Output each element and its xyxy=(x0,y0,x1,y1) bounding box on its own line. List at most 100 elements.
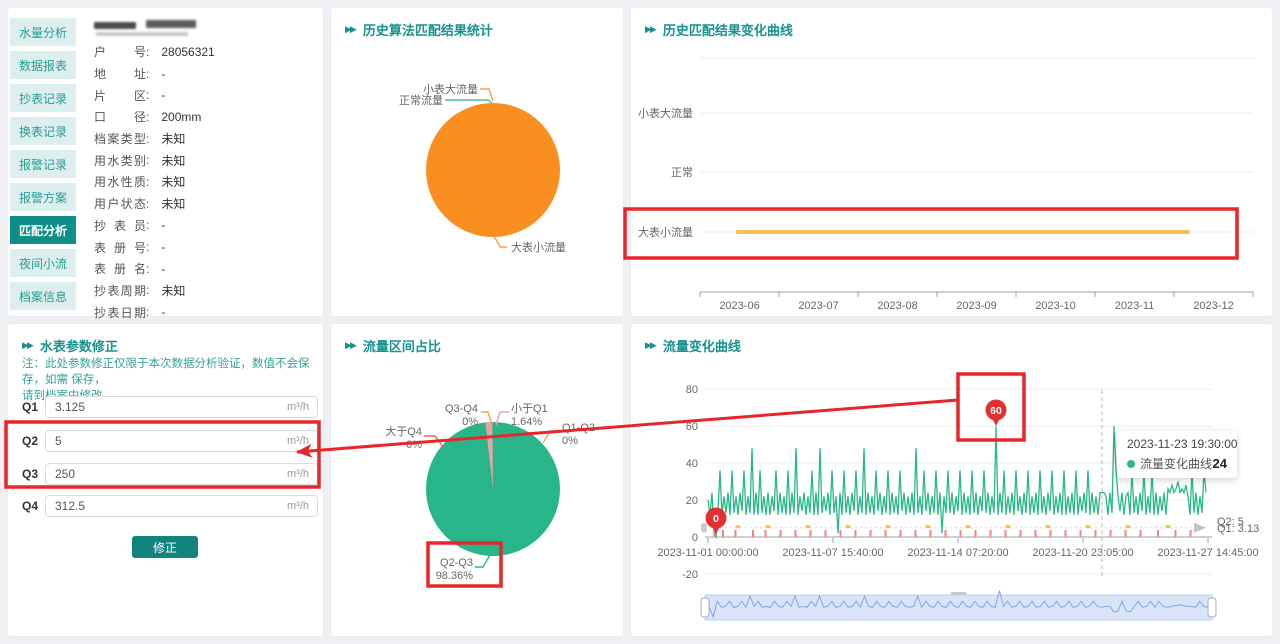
field-label: 抄表员 xyxy=(94,217,146,234)
colon: : xyxy=(146,240,149,254)
sidebar-item-9[interactable]: 档案信息 xyxy=(10,282,76,310)
info-row: 抄表员:- xyxy=(94,215,319,237)
q4-input[interactable] xyxy=(45,495,318,517)
svg-text:2023-11-01 00:00:00: 2023-11-01 00:00:00 xyxy=(657,547,758,559)
sidebar-item-2[interactable]: 数据报表 xyxy=(10,51,76,79)
q-label: Q2 xyxy=(22,434,38,448)
colon: : xyxy=(146,88,149,102)
info-row: 表册号:- xyxy=(94,236,319,258)
info-row: 口径:200mm xyxy=(94,106,319,128)
svg-text:-20: -20 xyxy=(682,569,698,581)
svg-text:正常流量: 正常流量 xyxy=(399,93,443,107)
q3-input[interactable] xyxy=(45,463,318,485)
redaction-smudge xyxy=(94,22,136,29)
user-info-card: 水量分析数据报表抄表记录换表记录报警记录报警方案匹配分析夜间小流档案信息 户号:… xyxy=(8,8,323,316)
svg-text:2023-10: 2023-10 xyxy=(1035,300,1075,312)
field-value: - xyxy=(161,88,165,102)
field-label: 地址 xyxy=(94,65,146,82)
svg-text:2023-11-07 15:40:00: 2023-11-07 15:40:00 xyxy=(782,547,883,559)
sidebar-nav: 水量分析数据报表抄表记录换表记录报警记录报警方案匹配分析夜间小流档案信息 xyxy=(10,18,78,310)
svg-text:大于Q4: 大于Q4 xyxy=(385,424,422,438)
sidebar-item-6[interactable]: 报警方案 xyxy=(10,183,76,211)
svg-text:2023-11-14 07:20:00: 2023-11-14 07:20:00 xyxy=(907,547,1008,559)
user-name-redacted xyxy=(94,20,214,38)
note-line: 注：此处参数修正仅限于本次数据分析验证，数值不会保存，如需 保存， xyxy=(22,358,310,386)
colon: : xyxy=(146,218,149,232)
datazoom-right-handle xyxy=(1208,598,1216,617)
svg-text:2023-07: 2023-07 xyxy=(798,300,838,312)
sidebar-item-8[interactable]: 夜间小流 xyxy=(10,249,76,277)
svg-text:2023-11-27 14:45:00: 2023-11-27 14:45:00 xyxy=(1157,547,1258,559)
match-trend-panel: ▶▶ 历史匹配结果变化曲线 小表大流量正常大表小流量2023-062023-07… xyxy=(631,8,1272,316)
field-label: 档案类型 xyxy=(94,130,146,147)
flow-ratio-panel: ▶▶ 流量区间占比 Q3-Q40%小于Q11.64%大于Q40%Q1-Q20%Q… xyxy=(331,324,623,636)
match-stats-panel: ▶▶ 历史算法匹配结果统计 小表大流量正常流量大表小流量 xyxy=(331,8,623,316)
svg-text:2023-09: 2023-09 xyxy=(956,300,996,312)
match-stats-pie-chart: 小表大流量正常流量大表小流量 xyxy=(331,8,623,316)
q1-input[interactable] xyxy=(45,396,318,418)
panel-title: ▶▶ 水表参数修正 xyxy=(22,336,118,355)
field-value: 未知 xyxy=(161,152,185,169)
svg-text:60: 60 xyxy=(990,405,1002,417)
field-label: 用户状态 xyxy=(94,195,146,212)
panel-title-text: 水表参数修正 xyxy=(40,336,118,355)
colon: : xyxy=(146,132,149,146)
colon: : xyxy=(146,283,149,297)
series-dot-icon xyxy=(1127,460,1135,468)
sidebar-item-5[interactable]: 报警记录 xyxy=(10,150,76,178)
svg-text:0%: 0% xyxy=(462,416,478,428)
info-row: 抄表日期:- xyxy=(94,301,319,323)
info-row: 户号:28056321 xyxy=(94,41,319,63)
field-label: 用水性质 xyxy=(94,173,146,190)
colon: : xyxy=(146,67,149,81)
svg-text:1.64%: 1.64% xyxy=(511,416,542,428)
fix-button[interactable]: 修正 xyxy=(132,536,198,558)
tooltip-timestamp: 2023-11-23 19:30:00 xyxy=(1127,437,1227,451)
svg-text:2023-06: 2023-06 xyxy=(719,300,759,312)
match-trend-chart: 小表大流量正常大表小流量2023-062023-072023-082023-09… xyxy=(631,8,1272,316)
svg-text:小表大流量: 小表大流量 xyxy=(423,82,478,96)
field-value: - xyxy=(161,67,165,81)
unit-label: m³/h xyxy=(287,435,309,447)
field-label: 抄表日期 xyxy=(94,304,146,321)
q-row-q3: Q3m³/h xyxy=(8,463,323,485)
sidebar-item-4[interactable]: 换表记录 xyxy=(10,117,76,145)
q-label: Q1 xyxy=(22,400,38,414)
field-value: - xyxy=(161,305,165,319)
svg-text:0%: 0% xyxy=(406,439,422,451)
svg-text:Q2-Q3: Q2-Q3 xyxy=(440,557,473,569)
chart-tooltip: 2023-11-23 19:30:00 流量变化曲线 24 xyxy=(1117,431,1237,478)
svg-text:0%: 0% xyxy=(562,435,578,447)
sidebar-item-7[interactable]: 匹配分析 xyxy=(10,216,76,244)
info-row: 地址:- xyxy=(94,63,319,85)
redaction-smudge xyxy=(96,32,188,36)
field-label: 表册号 xyxy=(94,239,146,256)
field-value: 未知 xyxy=(161,173,185,190)
flow-ratio-pie-chart: Q3-Q40%小于Q11.64%大于Q40%Q1-Q20%Q2-Q398.36% xyxy=(331,324,623,636)
info-row: 抄表周期:未知 xyxy=(94,280,319,302)
flow-curve-chart: -200204060802023-11-01 00:00:002023-11-0… xyxy=(631,324,1272,636)
svg-text:大表小流量: 大表小流量 xyxy=(511,240,566,254)
q-row-q1: Q1 m³/h xyxy=(8,396,323,418)
tooltip-value: 24 xyxy=(1213,456,1227,471)
svg-text:2023-12: 2023-12 xyxy=(1193,300,1233,312)
svg-text:大表小流量: 大表小流量 xyxy=(638,225,693,239)
q2-input[interactable] xyxy=(45,430,318,452)
svg-text:0: 0 xyxy=(713,513,719,525)
colon: : xyxy=(146,175,149,189)
q-label: Q4 xyxy=(22,499,38,513)
field-value: 未知 xyxy=(161,282,185,299)
colon: : xyxy=(146,197,149,211)
colon: : xyxy=(146,262,149,276)
field-label: 户号 xyxy=(94,43,146,60)
sidebar-item-3[interactable]: 抄表记录 xyxy=(10,84,76,112)
sidebar-item-1[interactable]: 水量分析 xyxy=(10,18,76,46)
info-row: 档案类型:未知 xyxy=(94,128,319,150)
svg-text:Q1: 3.13: Q1: 3.13 xyxy=(1217,523,1259,535)
colon: : xyxy=(146,110,149,124)
tooltip-series-name: 流量变化曲线 xyxy=(1140,455,1212,472)
unit-label: m³/h xyxy=(287,401,309,413)
info-row: 用户状态:未知 xyxy=(94,193,319,215)
svg-text:20: 20 xyxy=(686,495,698,507)
svg-text:60: 60 xyxy=(686,421,698,433)
